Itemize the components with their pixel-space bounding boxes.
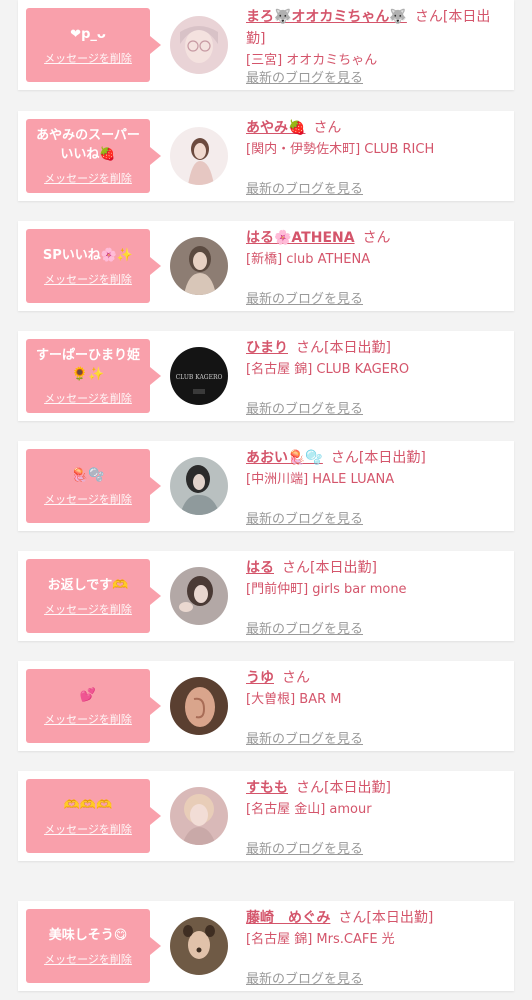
latest-blog-link[interactable]: 最新のブログを見る (246, 968, 363, 987)
cast-info: うゆ さん [大曽根] BAR M (246, 667, 508, 711)
message-bubble: お返しです🫶 メッセージを削除 (26, 559, 161, 633)
latest-blog-link[interactable]: 最新のブログを見る (246, 838, 363, 857)
delete-message-link[interactable]: メッセージを削除 (44, 170, 132, 186)
status-badge: [本日出勤] (310, 560, 377, 576)
list-item: SPいいね🌸✨ メッセージを削除 はる🌸ATHENA さん [新橋] club A… (18, 221, 514, 311)
message-text: すーぱーひまり姫🌻✨ (35, 348, 140, 382)
cast-name-link[interactable]: あおい🪼🫧 (246, 450, 323, 466)
avatar-logo-text: CLUB KAGERO (176, 374, 223, 381)
cast-name-link[interactable]: 藤崎 めぐみ (246, 910, 330, 926)
status-badge: [本日出勤] (324, 340, 391, 356)
cast-name-link[interactable]: すもも (246, 780, 288, 796)
cast-info: はる🌸ATHENA さん [新橋] club ATHENA (246, 227, 508, 271)
delete-message-link[interactable]: メッセージを削除 (44, 821, 132, 837)
list-item: 🫶🫶🫶 メッセージを削除 すもも さん[本日出勤] [名古屋 金山] amour … (18, 771, 514, 861)
cast-info: あおい🪼🫧 さん[本日出勤] [中洲川端] HALE LUANA (246, 447, 508, 491)
list-item: お返しです🫶 メッセージを削除 はる さん[本日出勤] [門前仲町] girls … (18, 551, 514, 641)
cast-name-link[interactable]: はる🌸ATHENA (246, 230, 355, 246)
latest-blog-link[interactable]: 最新のブログを見る (246, 67, 363, 86)
latest-blog-link[interactable]: 最新のブログを見る (246, 288, 363, 307)
honorific: さん (282, 560, 310, 576)
latest-blog-link[interactable]: 最新のブログを見る (246, 508, 363, 527)
honorific: さん (313, 120, 342, 136)
message-bubble: すーぱーひまり姫🌻✨ メッセージを削除 (26, 339, 161, 413)
delete-message-link[interactable]: メッセージを削除 (44, 711, 132, 727)
cast-info: すもも さん[本日出勤] [名古屋 金山] amour (246, 777, 508, 821)
list-item: 💕 メッセージを削除 うゆ さん [大曽根] BAR M 最新のブログを見る (18, 661, 514, 751)
honorific: さん (296, 780, 324, 796)
shop-label: [名古屋 金山] amour (246, 802, 372, 817)
avatar[interactable] (170, 567, 228, 625)
message-text: SPいいね🌸✨ (42, 247, 134, 263)
list-item: ❤︎p_ᴗ メッセージを削除 まろ🐺オオカミちゃん🐺 さん[本日出勤] [三宮] … (18, 0, 514, 90)
list-item: 🪼🫧 メッセージを削除 あおい🪼🫧 さん[本日出勤] [中洲川端] HALE LU… (18, 441, 514, 531)
delete-message-link[interactable]: メッセージを削除 (44, 601, 132, 617)
delete-message-link[interactable]: メッセージを削除 (44, 271, 132, 287)
honorific: さん (330, 450, 359, 466)
avatar[interactable] (170, 127, 228, 185)
latest-blog-link[interactable]: 最新のブログを見る (246, 178, 363, 197)
latest-blog-link[interactable]: 最新のブログを見る (246, 398, 363, 417)
avatar[interactable] (170, 677, 228, 735)
message-text: 美味しそう😋 (48, 927, 128, 943)
delete-message-link[interactable]: メッセージを削除 (44, 491, 132, 507)
message-bubble: 美味しそう😋 メッセージを削除 (26, 909, 161, 983)
shop-label: [大曽根] BAR M (246, 692, 342, 707)
avatar[interactable] (170, 457, 228, 515)
avatar[interactable] (170, 917, 228, 975)
shop-label: [関内・伊勢佐木町] CLUB RICH (246, 142, 435, 157)
honorific: さん (414, 9, 443, 25)
delete-message-link[interactable]: メッセージを削除 (44, 390, 132, 406)
status-badge: [本日出勤] (358, 450, 426, 466)
avatar[interactable] (170, 237, 228, 295)
message-text: 🪼🫧 (71, 467, 105, 483)
status-badge: [本日出勤] (324, 780, 391, 796)
message-text: ❤︎p_ᴗ (70, 26, 106, 42)
avatar[interactable]: CLUB KAGERO (170, 347, 228, 405)
list-item: あやみのスーパーいいね🍓 メッセージを削除 あやみ🍓 さん [関内・伊勢佐木町] … (18, 111, 514, 201)
cast-name-link[interactable]: まろ🐺オオカミちゃん🐺 (246, 9, 407, 25)
cast-name-link[interactable]: あやみ🍓 (246, 120, 305, 136)
cast-name-link[interactable]: うゆ (246, 670, 274, 686)
latest-blog-link[interactable]: 最新のブログを見る (246, 728, 363, 747)
list-item: すーぱーひまり姫🌻✨ メッセージを削除 CLUB KAGERO ひまり さん[本日… (18, 331, 514, 421)
message-bubble: あやみのスーパーいいね🍓 メッセージを削除 (26, 119, 161, 193)
message-text: 💕 (79, 687, 97, 703)
message-bubble: SPいいね🌸✨ メッセージを削除 (26, 229, 161, 303)
cast-name-link[interactable]: ひまり (246, 340, 288, 356)
honorific: さん (338, 910, 367, 926)
honorific: さん (282, 670, 310, 686)
shop-label: [門前仲町] girls bar mone (246, 582, 407, 597)
message-bubble: 🪼🫧 メッセージを削除 (26, 449, 161, 523)
avatar[interactable] (170, 16, 228, 74)
delete-message-link[interactable]: メッセージを削除 (44, 50, 132, 66)
cast-name-link[interactable]: はる (246, 560, 274, 576)
message-text: あやみのスーパーいいね🍓 (36, 128, 140, 162)
latest-blog-link[interactable]: 最新のブログを見る (246, 618, 363, 637)
shop-label: [中洲川端] HALE LUANA (246, 472, 395, 487)
honorific: さん (296, 340, 324, 356)
cast-info: はる さん[本日出勤] [門前仲町] girls bar mone (246, 557, 508, 601)
cast-info: ひまり さん[本日出勤] [名古屋 錦] CLUB KAGERO (246, 337, 508, 381)
shop-label: [名古屋 錦] CLUB KAGERO (246, 362, 410, 377)
message-text: お返しです🫶 (47, 577, 129, 593)
shop-label: [名古屋 錦] Mrs.CAFE 光 (246, 932, 395, 947)
message-bubble: 🫶🫶🫶 メッセージを削除 (26, 779, 161, 853)
delete-message-link[interactable]: メッセージを削除 (44, 951, 132, 967)
message-text: 🫶🫶🫶 (63, 797, 113, 813)
list-item: 美味しそう😋 メッセージを削除 藤崎 めぐみ さん[本日出勤] [名古屋 錦] M… (18, 901, 514, 991)
cast-info: 藤崎 めぐみ さん[本日出勤] [名古屋 錦] Mrs.CAFE 光 (246, 907, 508, 951)
shop-label: [新橋] club ATHENA (246, 252, 371, 267)
honorific: さん (362, 230, 391, 246)
cast-info: あやみ🍓 さん [関内・伊勢佐木町] CLUB RICH (246, 117, 508, 161)
message-bubble: ❤︎p_ᴗ メッセージを削除 (26, 8, 161, 82)
status-badge: [本日出勤] (366, 910, 434, 926)
avatar[interactable] (170, 787, 228, 845)
cast-info: まろ🐺オオカミちゃん🐺 さん[本日出勤] [三宮] オオカミちゃん (246, 6, 508, 72)
like-message-list: ❤︎p_ᴗ メッセージを削除 まろ🐺オオカミちゃん🐺 さん[本日出勤] [三宮] … (0, 0, 532, 1000)
message-bubble: 💕 メッセージを削除 (26, 669, 161, 743)
